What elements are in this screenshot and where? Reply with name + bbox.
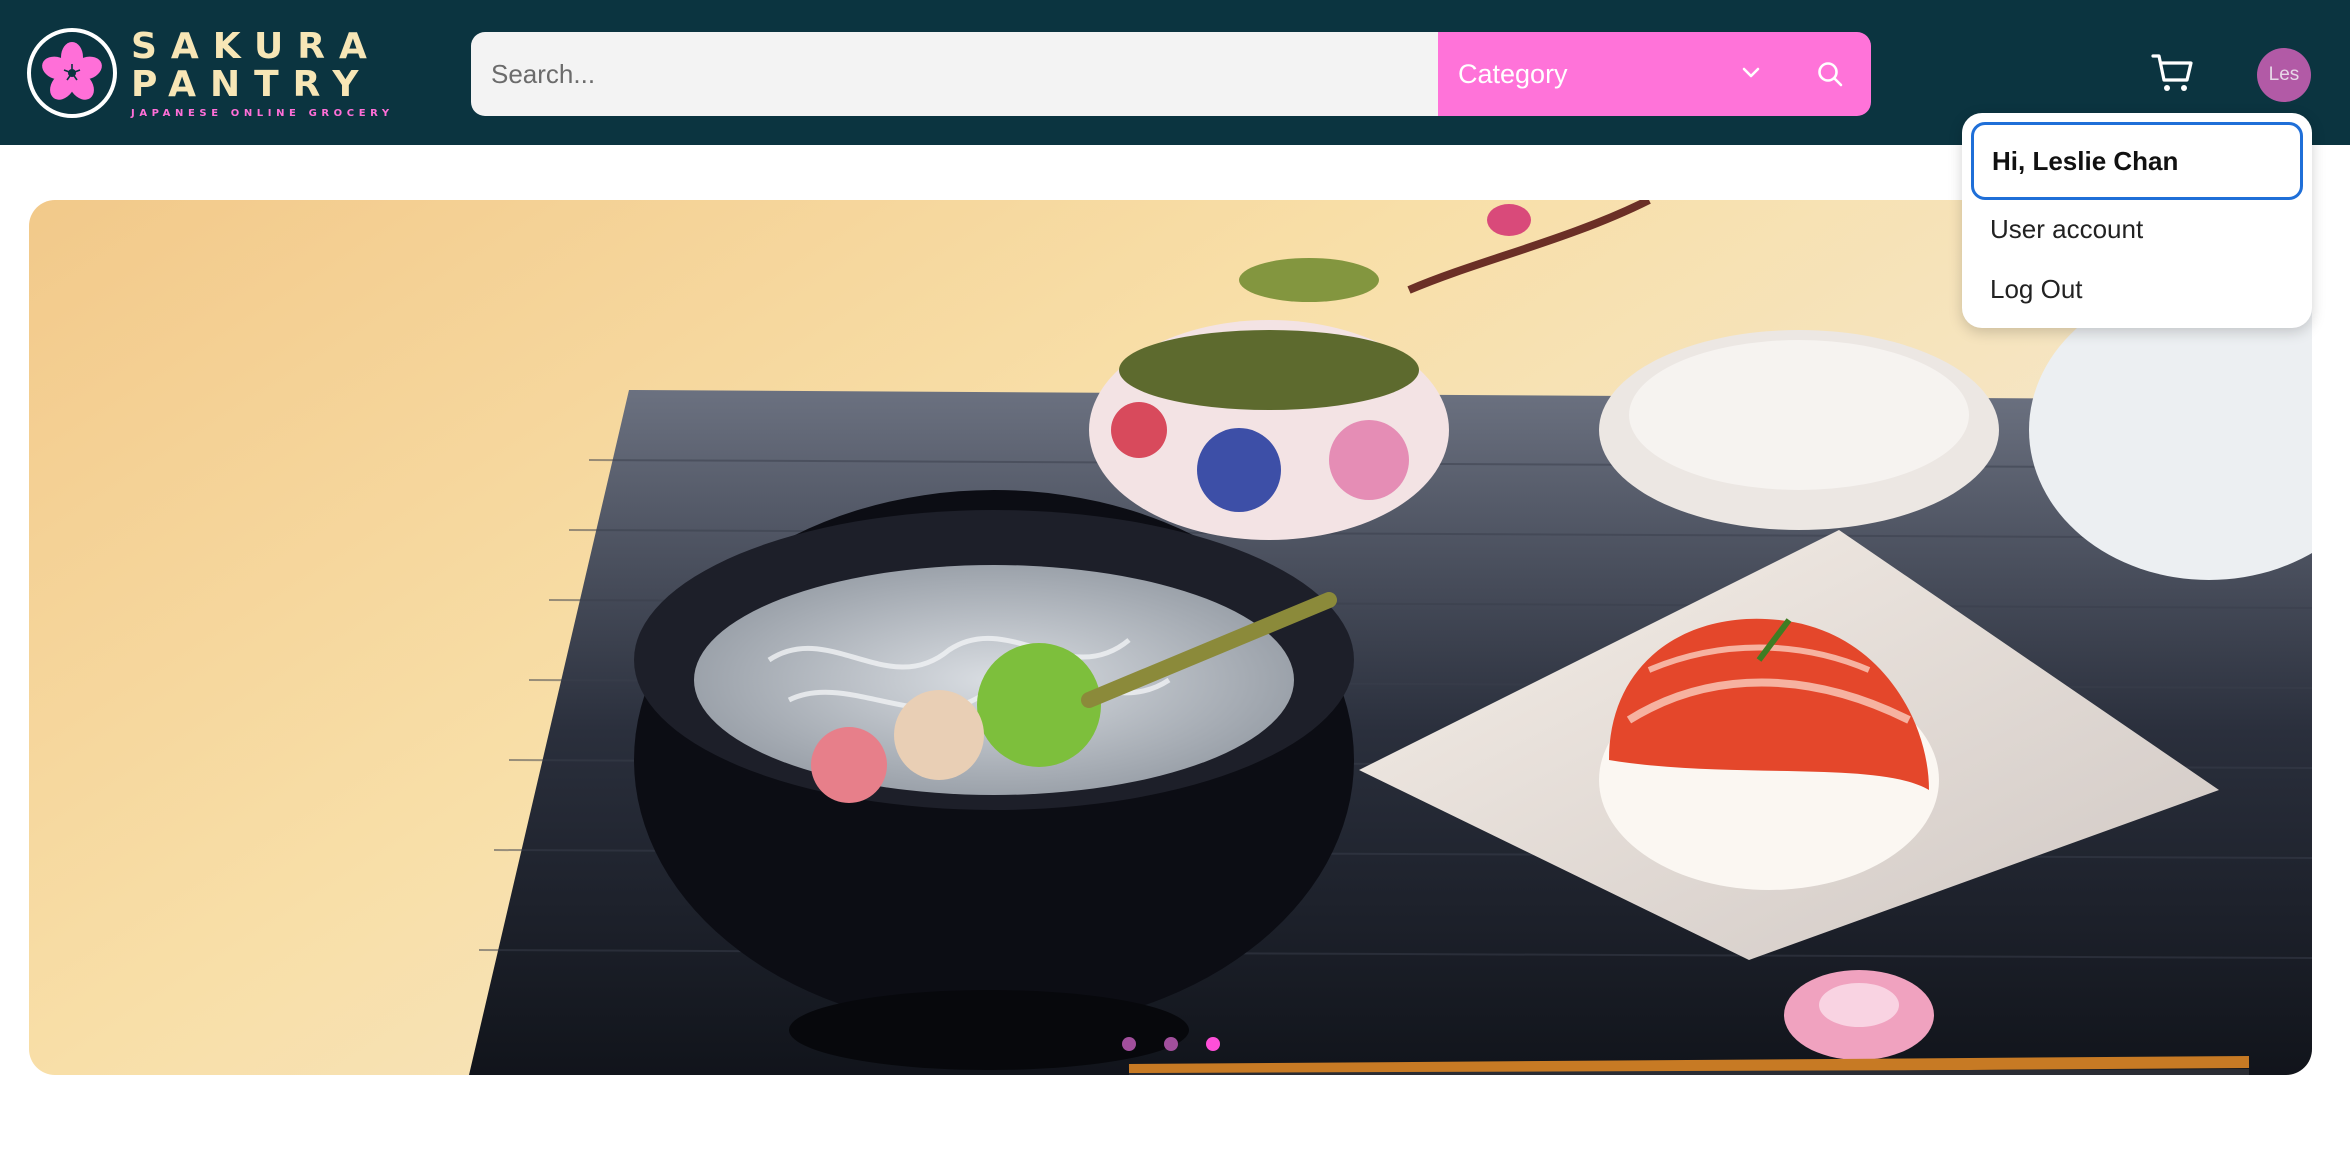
search-button[interactable] — [1808, 52, 1852, 96]
chevron-down-icon — [1738, 60, 1764, 91]
carousel-indicators — [29, 1037, 2312, 1051]
carousel-dot-3[interactable] — [1205, 1037, 1220, 1051]
search-bar: Category — [471, 32, 1871, 116]
user-avatar[interactable]: Les — [2257, 48, 2311, 102]
hero-image — [29, 200, 2312, 1075]
carousel-dot-1[interactable] — [1121, 1037, 1136, 1051]
sakura-flower-icon — [27, 28, 117, 118]
category-label: Category — [1458, 58, 1568, 89]
logout-link[interactable]: Log Out — [1990, 274, 2083, 305]
cart-icon — [2151, 54, 2193, 91]
user-greeting[interactable]: Hi, Leslie Chan — [1971, 122, 2303, 200]
search-input[interactable] — [471, 32, 1438, 116]
user-menu-dropdown: Hi, Leslie Chan User account Log Out — [1962, 113, 2312, 328]
carousel-dot-2[interactable] — [1163, 1037, 1178, 1051]
hero-carousel — [29, 200, 2312, 1075]
user-account-link[interactable]: User account — [1990, 214, 2143, 245]
category-select[interactable]: Category — [1438, 32, 1871, 116]
brand-line-2: PANTRY — [131, 63, 373, 105]
brand-line-1: SAKURA — [131, 25, 381, 67]
brand-wordmark: SAKURA PANTRY JAPANESE ONLINE GROCERY — [131, 25, 394, 119]
cart-button[interactable] — [2150, 50, 2196, 96]
brand-tagline: JAPANESE ONLINE GROCERY — [131, 107, 394, 119]
search-icon — [1818, 62, 1843, 87]
brand-logo[interactable]: SAKURA PANTRY JAPANESE ONLINE GROCERY — [27, 25, 394, 119]
